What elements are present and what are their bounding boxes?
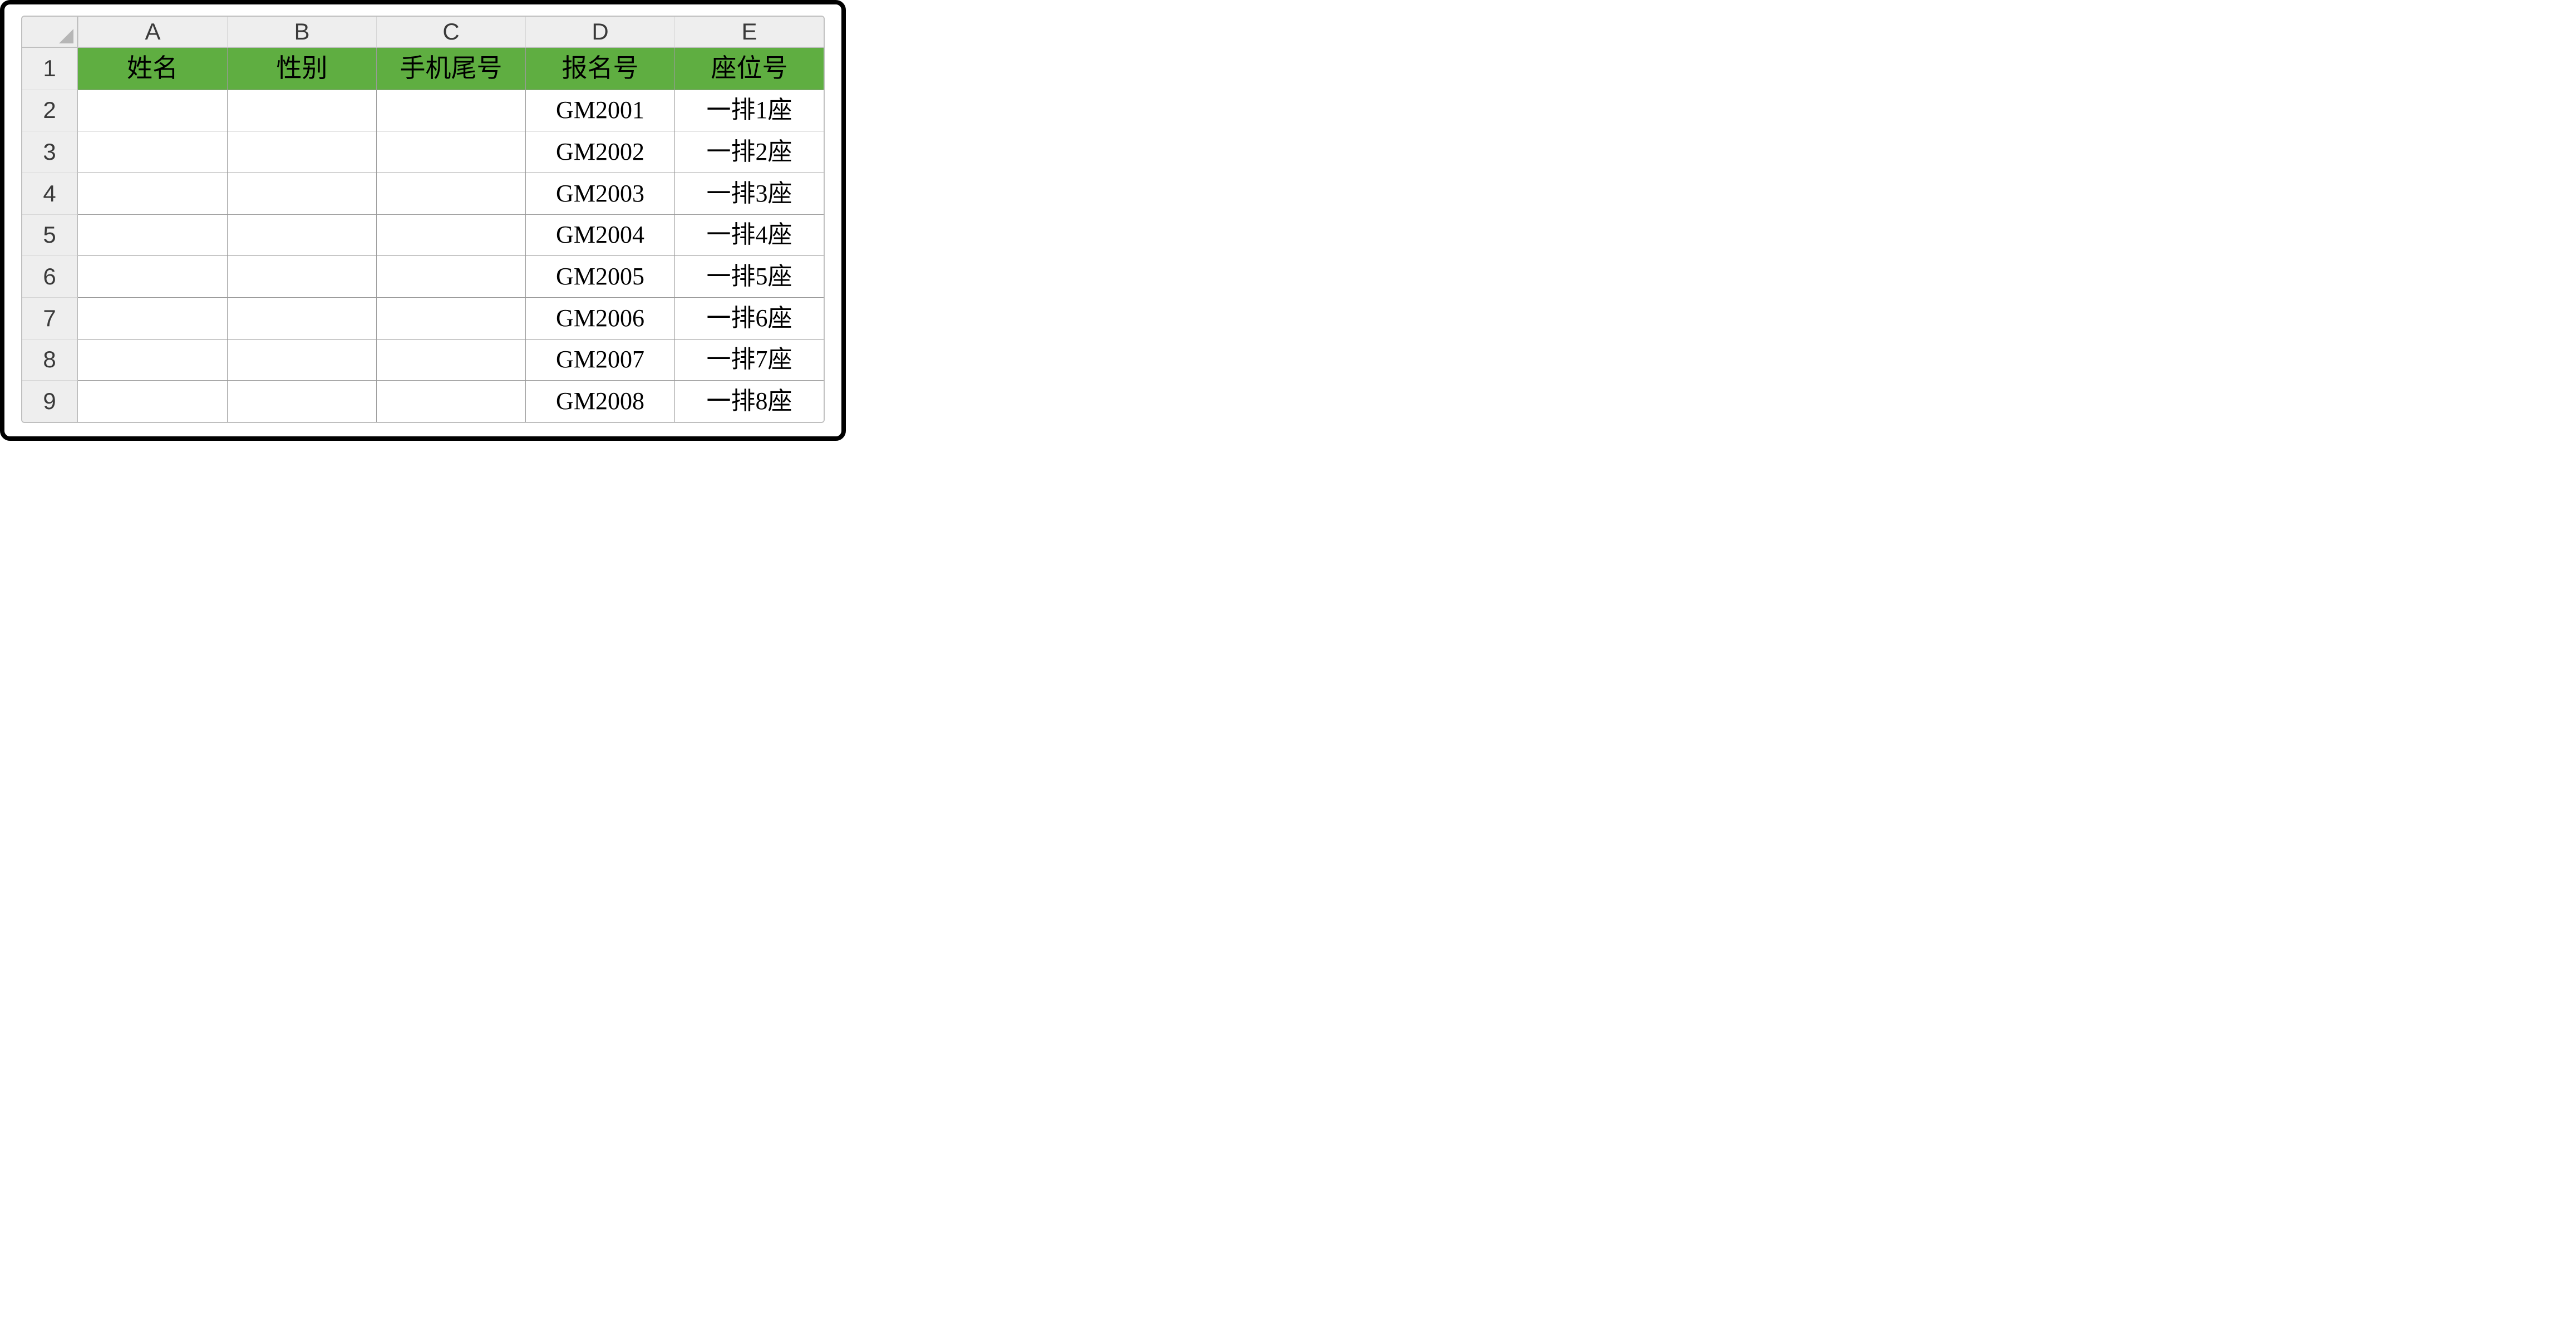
cell-A5[interactable] <box>78 214 227 256</box>
row-header-8[interactable]: 8 <box>22 339 78 381</box>
cell-C4[interactable] <box>376 173 525 214</box>
cell-E4[interactable]: 一排3座 <box>674 173 824 214</box>
cell-D4[interactable]: GM2003 <box>525 173 674 214</box>
cell-B4[interactable] <box>227 173 376 214</box>
col-header-A[interactable]: A <box>78 17 227 48</box>
cell-A6[interactable] <box>78 255 227 297</box>
col-header-D[interactable]: D <box>525 17 674 48</box>
spreadsheet-grid[interactable]: A B C D E 1 姓名 性别 手机尾号 报名号 座位号 2 GM2001 … <box>21 16 825 423</box>
cell-D9[interactable]: GM2008 <box>525 380 674 422</box>
cell-D5[interactable]: GM2004 <box>525 214 674 256</box>
cell-E7[interactable]: 一排6座 <box>674 297 824 339</box>
cell-C8[interactable] <box>376 339 525 381</box>
row-header-2[interactable]: 2 <box>22 90 78 131</box>
cell-D6[interactable]: GM2005 <box>525 255 674 297</box>
cell-C7[interactable] <box>376 297 525 339</box>
row-header-3[interactable]: 3 <box>22 131 78 173</box>
cell-C9[interactable] <box>376 380 525 422</box>
cell-D3[interactable]: GM2002 <box>525 131 674 173</box>
cell-B3[interactable] <box>227 131 376 173</box>
page-frame: A B C D E 1 姓名 性别 手机尾号 报名号 座位号 2 GM2001 … <box>0 0 846 441</box>
cell-D7[interactable]: GM2006 <box>525 297 674 339</box>
cell-D8[interactable]: GM2007 <box>525 339 674 381</box>
col-header-E[interactable]: E <box>674 17 824 48</box>
cell-E5[interactable]: 一排4座 <box>674 214 824 256</box>
col-header-C[interactable]: C <box>376 17 525 48</box>
cell-E6[interactable]: 一排5座 <box>674 255 824 297</box>
cell-D2[interactable]: GM2001 <box>525 90 674 131</box>
cell-B8[interactable] <box>227 339 376 381</box>
cell-E2[interactable]: 一排1座 <box>674 90 824 131</box>
cell-A4[interactable] <box>78 173 227 214</box>
row-header-9[interactable]: 9 <box>22 380 78 422</box>
select-all-triangle-icon <box>59 29 73 43</box>
select-all-corner[interactable] <box>22 17 78 48</box>
cell-A7[interactable] <box>78 297 227 339</box>
cell-C1[interactable]: 手机尾号 <box>376 48 525 90</box>
cell-C3[interactable] <box>376 131 525 173</box>
cell-B5[interactable] <box>227 214 376 256</box>
row-header-5[interactable]: 5 <box>22 214 78 256</box>
cell-E8[interactable]: 一排7座 <box>674 339 824 381</box>
cell-B2[interactable] <box>227 90 376 131</box>
row-header-1[interactable]: 1 <box>22 48 78 90</box>
cell-B6[interactable] <box>227 255 376 297</box>
row-header-4[interactable]: 4 <box>22 173 78 214</box>
cell-A1[interactable]: 姓名 <box>78 48 227 90</box>
row-header-6[interactable]: 6 <box>22 255 78 297</box>
cell-A9[interactable] <box>78 380 227 422</box>
cell-A8[interactable] <box>78 339 227 381</box>
cell-C5[interactable] <box>376 214 525 256</box>
cell-B7[interactable] <box>227 297 376 339</box>
cell-A3[interactable] <box>78 131 227 173</box>
cell-D1[interactable]: 报名号 <box>525 48 674 90</box>
cell-E1[interactable]: 座位号 <box>674 48 824 90</box>
cell-B9[interactable] <box>227 380 376 422</box>
cell-E3[interactable]: 一排2座 <box>674 131 824 173</box>
cell-A2[interactable] <box>78 90 227 131</box>
col-header-B[interactable]: B <box>227 17 376 48</box>
cell-C2[interactable] <box>376 90 525 131</box>
cell-E9[interactable]: 一排8座 <box>674 380 824 422</box>
cell-B1[interactable]: 性别 <box>227 48 376 90</box>
cell-C6[interactable] <box>376 255 525 297</box>
row-header-7[interactable]: 7 <box>22 297 78 339</box>
